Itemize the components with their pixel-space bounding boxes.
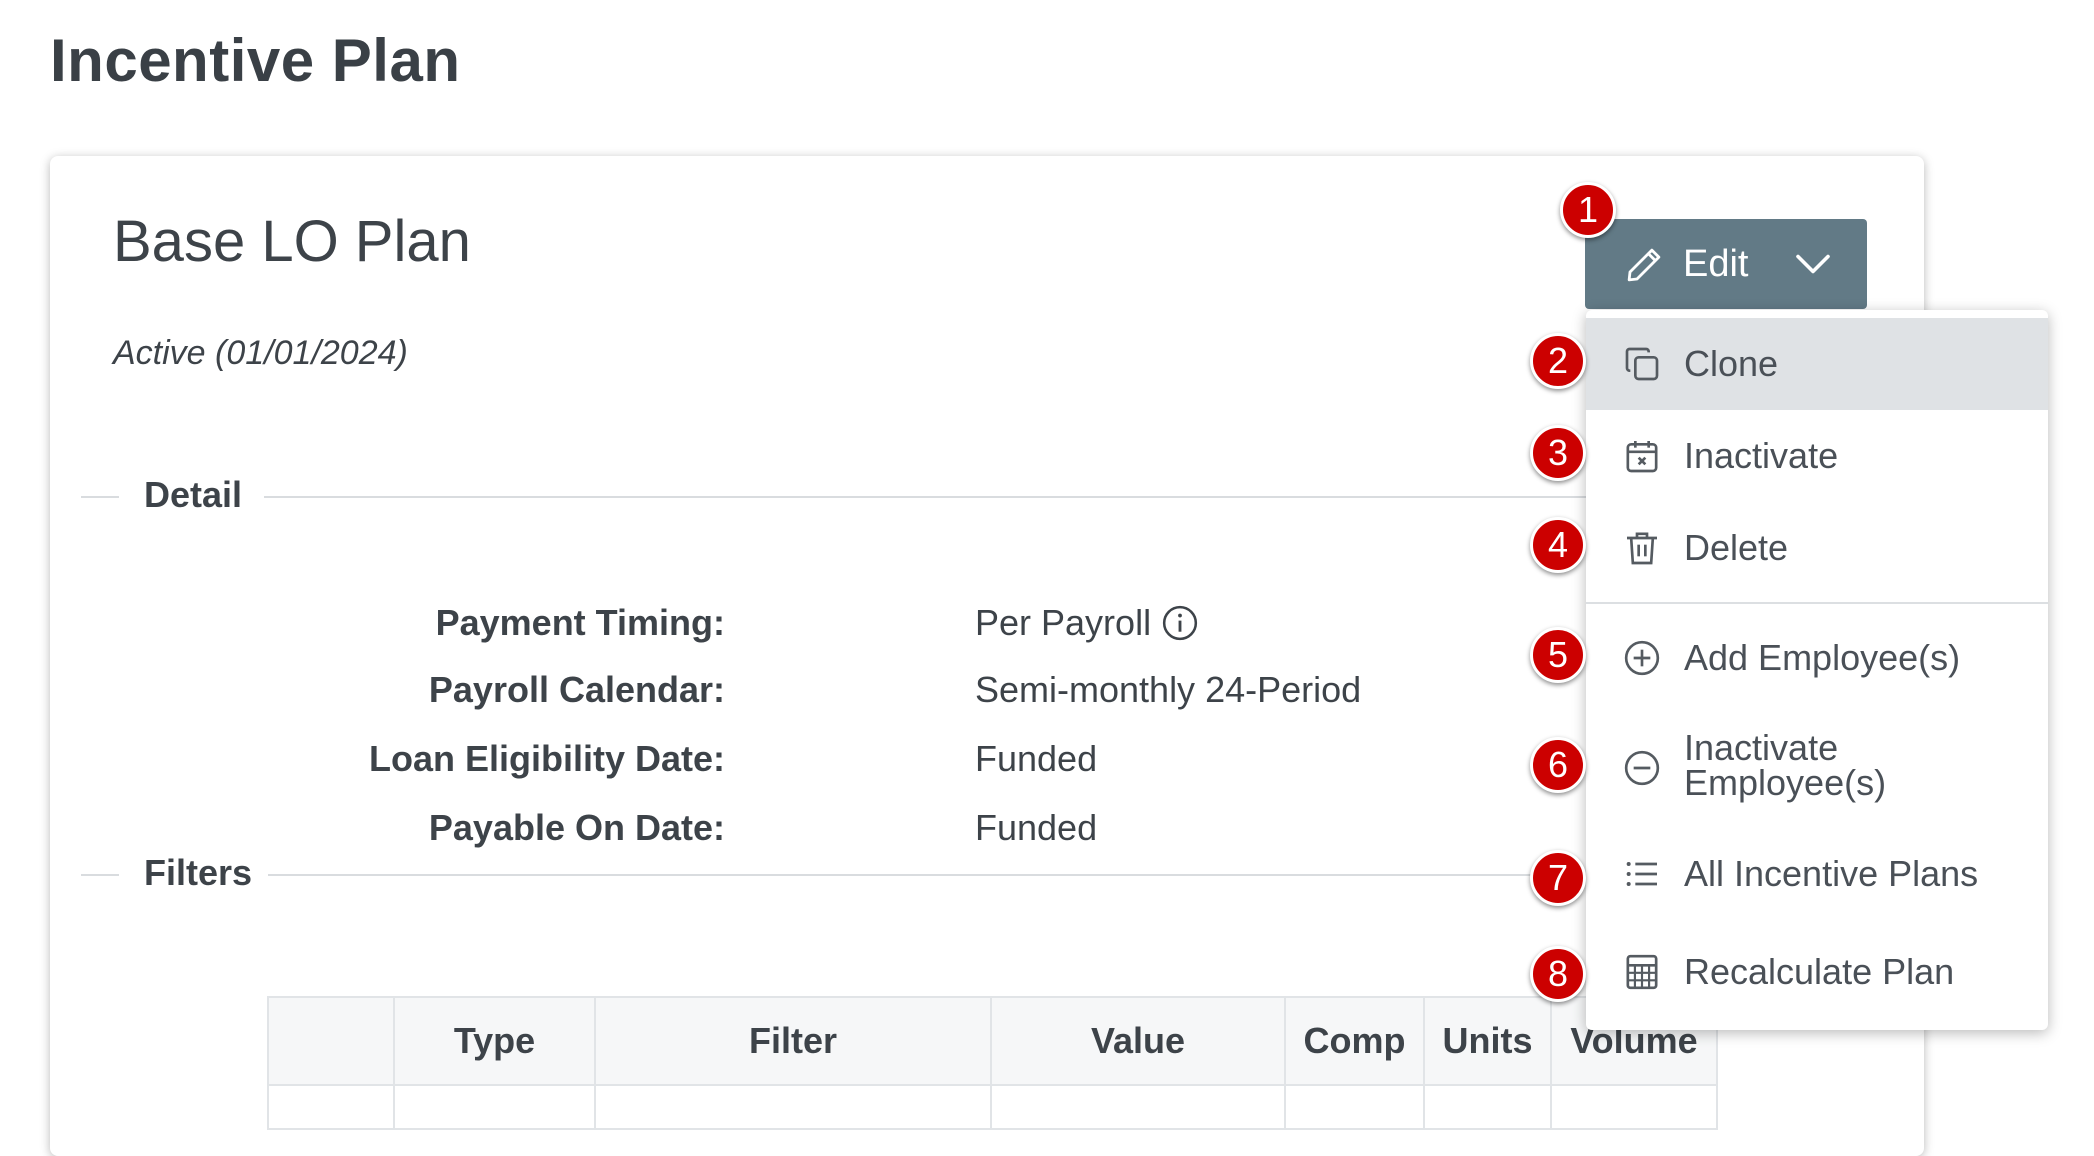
table-cell <box>1284 1084 1425 1130</box>
detail-row-payroll-calendar: Payroll Calendar: Semi-monthly 24-Period <box>50 669 1550 729</box>
detail-value: Semi-monthly 24-Period <box>975 669 1362 710</box>
table-row[interactable] <box>267 1084 1718 1130</box>
edit-button-label: Edit <box>1683 243 1749 285</box>
calculator-icon <box>1626 954 1658 990</box>
menu-item-label: Recalculate Plan <box>1684 951 1955 992</box>
pencil-icon <box>1627 248 1661 282</box>
detail-value: Per Payroll <box>975 602 1199 644</box>
column-header-comp[interactable]: Comp <box>1284 996 1425 1086</box>
detail-rule-left <box>81 496 119 498</box>
menu-item-delete[interactable]: Delete <box>1586 502 2048 594</box>
table-cell <box>393 1084 596 1130</box>
plan-name: Base LO Plan <box>113 209 471 274</box>
menu-item-clone[interactable]: Clone <box>1586 318 2048 410</box>
callout-badge-2: 2 <box>1530 333 1586 389</box>
menu-item-label: Clone <box>1684 343 1779 384</box>
table-header-row: Type Filter Value Comp Units Volume <box>267 996 1718 1086</box>
detail-label: Loan Eligibility Date: <box>368 738 725 779</box>
column-header-blank <box>267 996 395 1086</box>
callout-badge-6: 6 <box>1530 737 1586 793</box>
menu-item-label: Delete <box>1684 527 1789 568</box>
detail-value: Funded <box>975 738 1098 779</box>
detail-section-label: Detail <box>144 474 243 515</box>
page-title: Incentive Plan <box>50 27 461 94</box>
filters-table: Type Filter Value Comp Units Volume <box>267 996 1718 1130</box>
calendar-x-icon <box>1626 441 1658 473</box>
detail-rule-right <box>264 496 1624 498</box>
callout-badge-8: 8 <box>1530 946 1586 1002</box>
detail-label: Payroll Calendar: <box>428 669 725 710</box>
menu-item-recalculate-plan[interactable]: Recalculate Plan <box>1586 922 2048 1022</box>
table-cell <box>1423 1084 1552 1130</box>
column-header-units[interactable]: Units <box>1423 996 1552 1086</box>
callout-badge-4: 4 <box>1530 517 1586 573</box>
list-icon <box>1626 862 1657 886</box>
menu-item-all-incentive-plans[interactable]: All Incentive Plans <box>1586 828 2048 922</box>
callout-badge-1: 1 <box>1560 182 1616 238</box>
detail-value-text: Per Payroll <box>975 602 1152 643</box>
table-cell <box>267 1084 395 1130</box>
detail-value: Funded <box>975 807 1098 848</box>
menu-divider <box>1586 602 2048 604</box>
detail-row-loan-eligibility-date: Loan Eligibility Date: Funded <box>50 738 1550 798</box>
chevron-down-icon[interactable] <box>1795 253 1831 275</box>
menu-item-label: Inactivate <box>1684 435 1839 476</box>
table-cell <box>1550 1084 1718 1130</box>
detail-label: Payable On Date: <box>428 807 725 848</box>
column-header-type[interactable]: Type <box>393 996 596 1086</box>
minus-circle-icon <box>1624 750 1660 786</box>
copy-icon <box>1625 347 1659 381</box>
callout-badge-3: 3 <box>1530 425 1586 481</box>
menu-item-add-employees[interactable]: Add Employee(s) <box>1586 608 2048 708</box>
column-header-filter[interactable]: Filter <box>594 996 992 1086</box>
callout-badge-7: 7 <box>1530 850 1586 906</box>
menu-item-label: Add Employee(s) <box>1684 637 1961 678</box>
detail-row-payable-on-date: Payable On Date: Funded <box>50 807 1550 867</box>
menu-item-inactivate[interactable]: Inactivate <box>1586 410 2048 502</box>
plan-status: Active (01/01/2024) <box>113 334 408 372</box>
filters-rule-left <box>81 874 119 876</box>
trash-icon <box>1627 532 1657 565</box>
filters-rule-right <box>268 874 1624 876</box>
menu-item-inactivate-employees[interactable]: Inactivate Employee(s) <box>1586 708 2048 828</box>
menu-item-label-line2: Employee(s) <box>1684 762 1887 803</box>
column-header-value[interactable]: Value <box>990 996 1286 1086</box>
detail-row-payment-timing: Payment Timing: Per Payroll <box>50 602 1550 662</box>
table-cell <box>594 1084 992 1130</box>
filters-section-label: Filters <box>144 852 253 893</box>
detail-label: Payment Timing: <box>435 602 725 643</box>
edit-button[interactable]: Edit <box>1585 219 1867 309</box>
callout-badge-5: 5 <box>1530 627 1586 683</box>
edit-dropdown-menu: Clone Inactivate Delete Add Employee(s) … <box>1586 310 2048 1030</box>
info-circle-icon[interactable] <box>1161 604 1199 642</box>
plus-circle-icon <box>1624 640 1660 676</box>
menu-item-label: All Incentive Plans <box>1684 853 1979 894</box>
menu-item-label-line1: Inactivate <box>1684 727 1839 768</box>
table-cell <box>990 1084 1286 1130</box>
